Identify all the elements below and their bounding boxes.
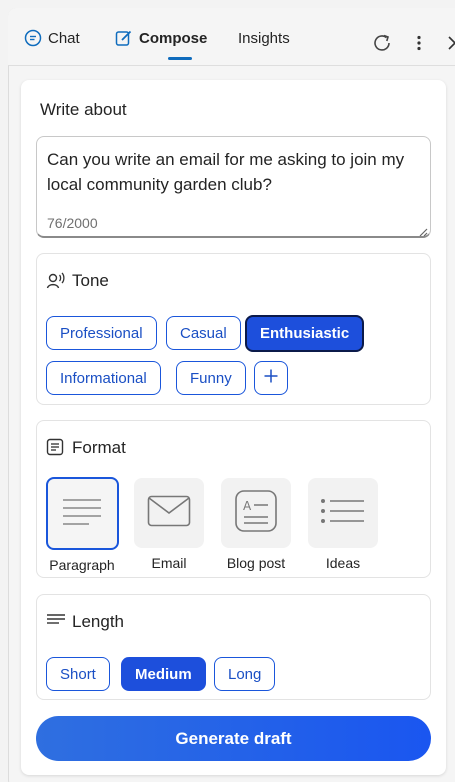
format-header: Format [46, 438, 126, 458]
tone-section: Tone Professional Casual Enthusiastic In… [36, 253, 431, 405]
length-short-button[interactable]: Short [46, 657, 110, 691]
add-tone-button[interactable] [254, 361, 288, 395]
format-title: Format [72, 438, 126, 457]
write-about-input[interactable]: Can you write an email for me asking to … [36, 136, 431, 238]
tone-professional-button[interactable]: Professional [46, 316, 157, 350]
refresh-button[interactable] [370, 33, 394, 57]
chat-icon [24, 29, 42, 47]
format-email-option[interactable]: Email [133, 478, 205, 571]
paragraph-icon [61, 496, 103, 531]
plus-icon [263, 368, 279, 388]
bullet-list-icon [320, 498, 366, 529]
ideas-label: Ideas [325, 555, 361, 571]
tone-casual-button[interactable]: Casual [166, 316, 241, 350]
compose-panel: Write about Can you write an email for m… [21, 80, 446, 775]
email-tile [134, 478, 204, 548]
blog-post-label: Blog post [226, 555, 286, 571]
length-header: Length [46, 612, 124, 632]
tone-enthusiastic-button[interactable]: Enthusiastic [245, 315, 365, 352]
paragraph-tile [45, 477, 119, 550]
blog-post-tile: A [221, 478, 291, 548]
length-medium-button[interactable]: Medium [121, 657, 206, 691]
more-options-button[interactable] [407, 33, 431, 57]
character-counter: 76/2000 [47, 215, 98, 231]
tab-chat[interactable]: Chat [24, 26, 80, 50]
resize-grip-icon[interactable] [418, 224, 428, 237]
format-icon [46, 438, 66, 458]
write-about-label: Write about [40, 100, 127, 119]
close-icon [447, 35, 455, 56]
tab-insights[interactable]: Insights [238, 26, 290, 50]
tone-voice-icon [46, 271, 66, 291]
tone-title: Tone [72, 271, 109, 290]
blog-post-icon: A [234, 489, 278, 538]
write-about-text: Can you write an email for me asking to … [47, 150, 405, 194]
format-paragraph-option[interactable]: Paragraph [44, 477, 120, 573]
tone-header: Tone [46, 271, 109, 291]
email-label: Email [151, 555, 187, 571]
envelope-icon [147, 495, 191, 532]
compose-icon [115, 29, 133, 47]
tab-compose[interactable]: Compose [115, 26, 207, 50]
generate-draft-button[interactable]: Generate draft [36, 716, 431, 761]
tab-insights-label: Insights [238, 29, 290, 47]
format-blog-post-option[interactable]: A Blog post [220, 478, 292, 571]
more-vertical-icon [416, 35, 422, 56]
tab-chat-label: Chat [48, 29, 80, 47]
tab-compose-label: Compose [139, 29, 208, 47]
format-section: Format Paragraph Email A Blog post Ideas [36, 420, 431, 578]
length-icon [46, 612, 66, 632]
tone-informational-button[interactable]: Informational [46, 361, 161, 395]
format-ideas-option[interactable]: Ideas [307, 478, 379, 571]
close-button[interactable] [443, 33, 455, 57]
top-bar: Chat Compose Insights [8, 8, 455, 66]
refresh-icon [371, 32, 393, 59]
ideas-tile [308, 478, 378, 548]
paragraph-label: Paragraph [49, 557, 115, 573]
active-tab-indicator [168, 57, 192, 60]
length-long-button[interactable]: Long [214, 657, 276, 691]
svg-text:A: A [243, 499, 252, 513]
length-section: Length Short Medium Long [36, 594, 431, 700]
tone-funny-button[interactable]: Funny [176, 361, 246, 395]
length-title: Length [72, 612, 124, 631]
